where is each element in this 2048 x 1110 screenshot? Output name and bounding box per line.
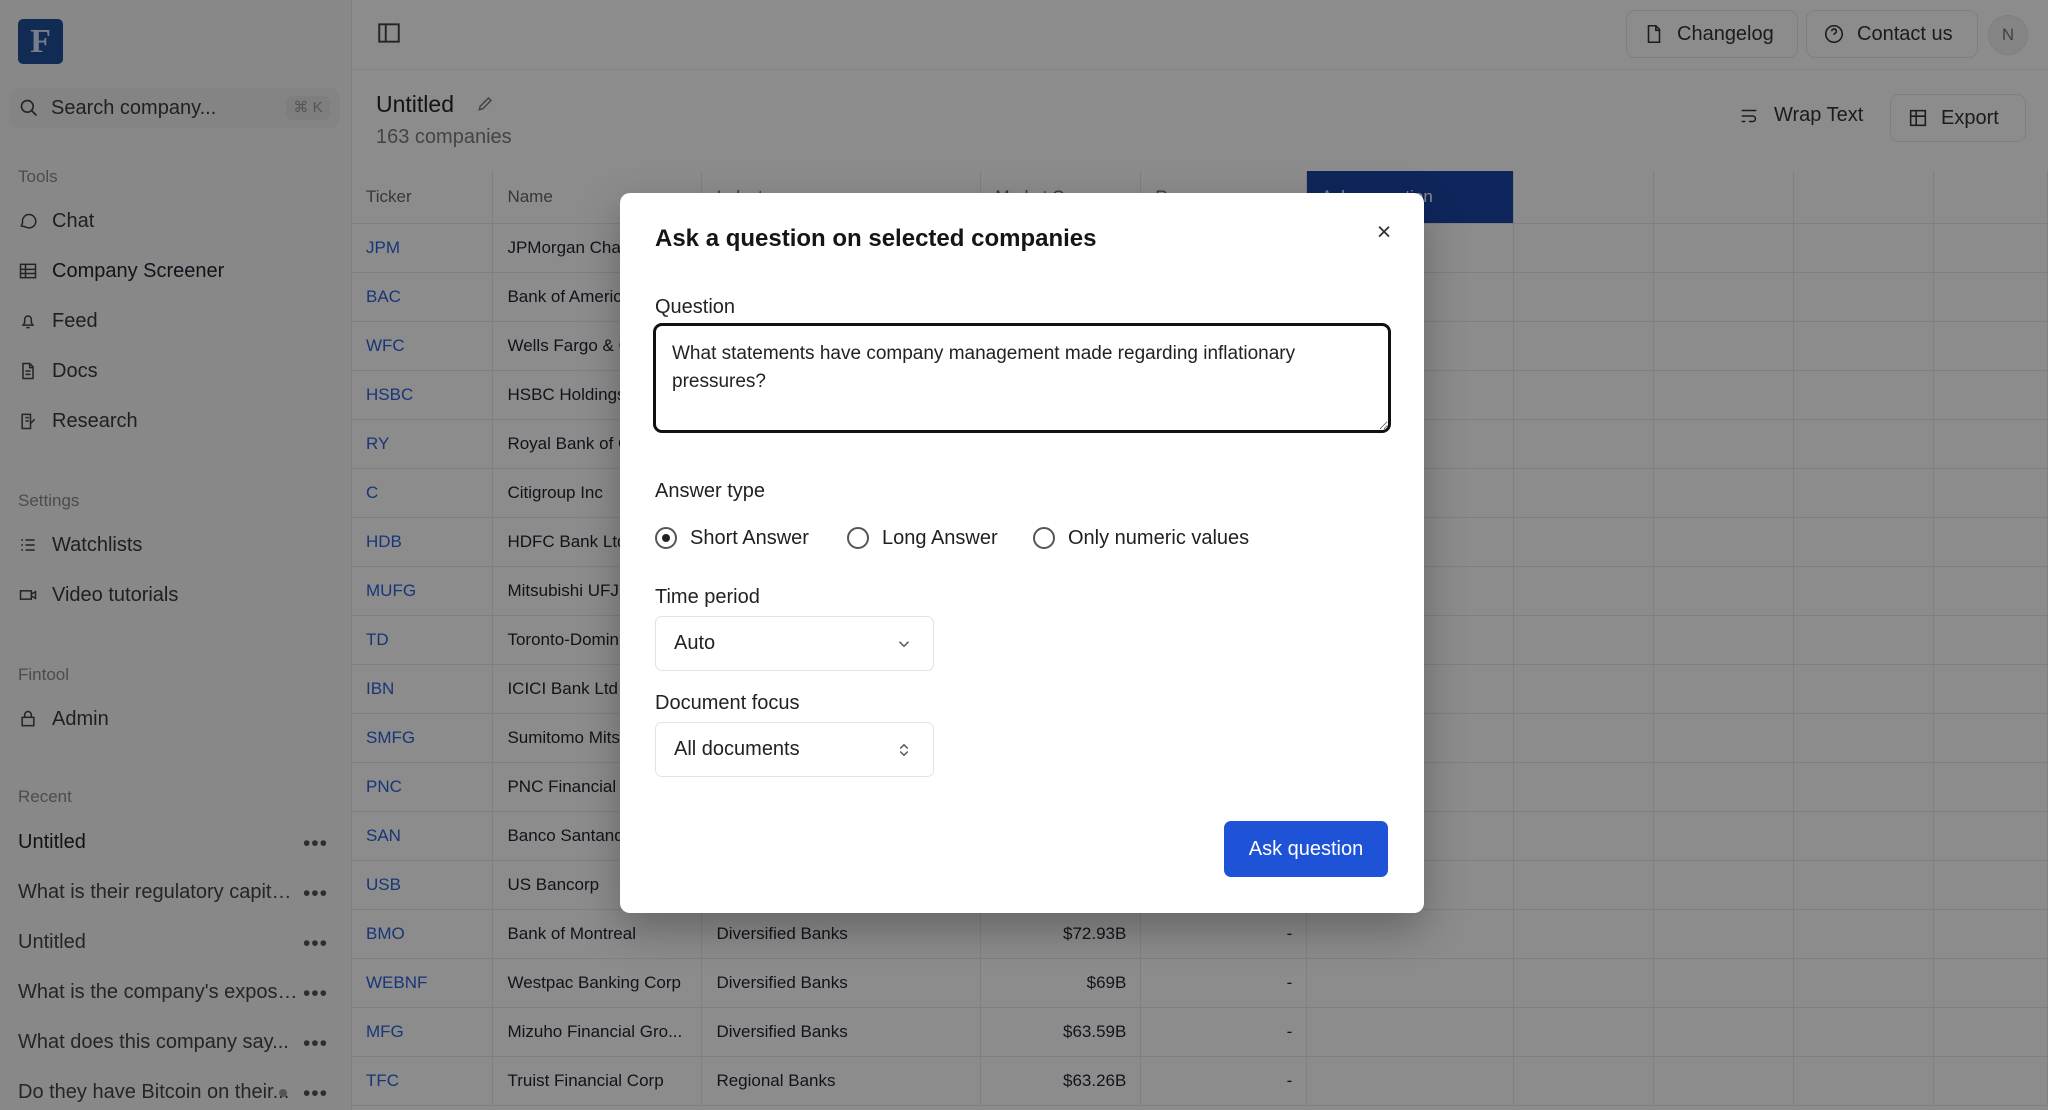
long-answer-label: Long Answer: [882, 526, 998, 549]
document-focus-value: All documents: [674, 738, 800, 760]
ask-question-modal: Ask a question on selected companies × Q…: [620, 193, 1424, 913]
ask-question-button[interactable]: Ask question: [1224, 821, 1388, 877]
document-focus-label: Document focus: [655, 692, 800, 714]
document-focus-select[interactable]: All documents: [655, 722, 934, 777]
chevron-down-icon: [898, 640, 910, 647]
short-answer-radio[interactable]: Short Answer: [655, 522, 809, 554]
question-textarea[interactable]: What statements have company management …: [653, 323, 1391, 433]
radio-selected-icon[interactable]: [655, 527, 677, 549]
numeric-values-label: Only numeric values: [1068, 526, 1250, 549]
question-label: Question: [655, 296, 736, 318]
numeric-values-radio[interactable]: Only numeric values: [1033, 522, 1249, 554]
time-period-value: Auto: [674, 632, 716, 654]
close-icon[interactable]: ×: [1369, 218, 1399, 248]
short-answer-label: Short Answer: [690, 526, 809, 549]
time-period-select[interactable]: Auto: [655, 616, 934, 671]
time-period-label: Time period: [655, 586, 760, 608]
app-root: F Search company... ⌘ K Tools Chat Compa…: [0, 0, 2048, 1110]
answer-type-label: Answer type: [655, 480, 766, 502]
chevron-up-down-icon: [899, 743, 909, 756]
radio-unselected-icon[interactable]: [847, 527, 869, 549]
modal-title: Ask a question on selected companies: [655, 225, 1097, 252]
radio-unselected-icon[interactable]: [1033, 527, 1055, 549]
long-answer-radio[interactable]: Long Answer: [847, 522, 998, 554]
